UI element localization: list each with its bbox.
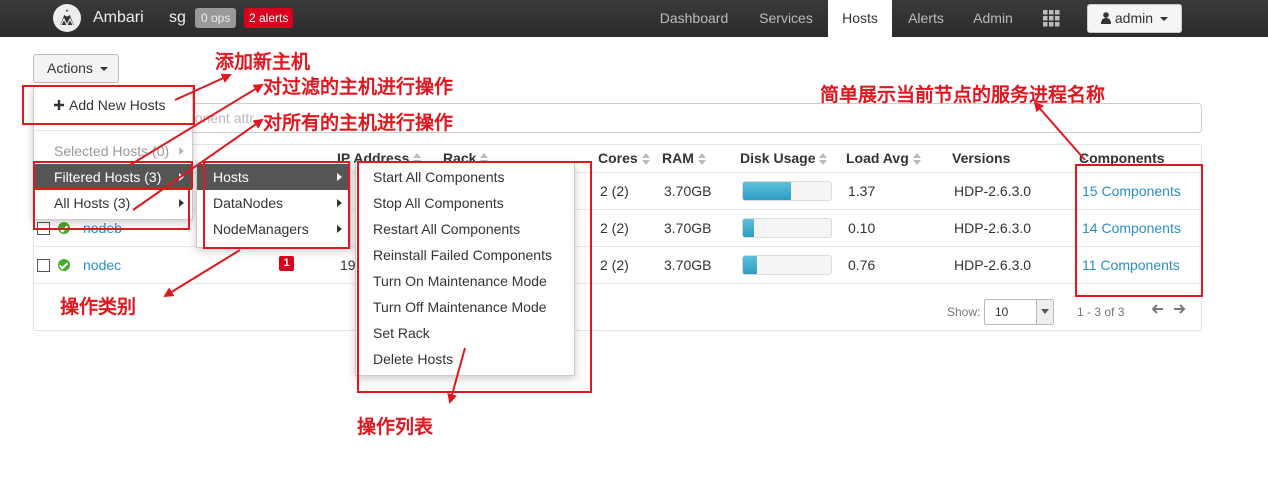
header-ram-label: RAM (662, 150, 694, 166)
row1-load: 1.37 (848, 183, 876, 199)
row1-version: HDP-2.6.3.0 (954, 183, 1032, 199)
nav-hosts[interactable]: Hosts (828, 0, 892, 37)
user-name: admin (1114, 10, 1154, 26)
page-info: 1 - 3 of 3 (1077, 305, 1125, 319)
chevron-right-icon (179, 147, 184, 155)
header-disk-usage[interactable]: Disk Usage (740, 150, 828, 166)
ambari-logo-icon[interactable] (52, 3, 82, 33)
annotation-add-new-host: 添加新主机 (215, 52, 311, 73)
row3-ip: 19 (340, 257, 356, 273)
ops-badge[interactable]: 0 ops (195, 8, 237, 28)
top-navbar: Ambari sg 0 ops 2 alerts Dashboard Servi… (0, 0, 1268, 37)
page-size-select[interactable]: 10 (984, 299, 1054, 325)
row3-disk-bar (742, 255, 832, 275)
row3-disk-fill (743, 256, 758, 274)
sort-icon (912, 153, 921, 166)
header-disk-label: Disk Usage (740, 150, 816, 166)
row3-ram: 3.70GB (664, 257, 712, 273)
row3-cores: 2 (2) (600, 257, 629, 273)
row3-alert-count[interactable]: 1 (279, 256, 294, 271)
nav-dashboard[interactable]: Dashboard (644, 0, 744, 37)
nav-admin[interactable]: Admin (960, 0, 1026, 37)
ambari-hosts-page: Ambari sg 0 ops 2 alerts Dashboard Servi… (0, 0, 1268, 492)
nav-alerts[interactable]: Alerts (892, 0, 960, 37)
menu-divider (34, 130, 192, 131)
nav-services[interactable]: Services (744, 0, 828, 37)
apps-grid-icon[interactable] (1043, 10, 1060, 27)
selected-hosts-label: Selected Hosts (0) (54, 143, 170, 159)
row-divider (34, 283, 1201, 284)
row2-ram: 3.70GB (664, 220, 712, 236)
header-cores[interactable]: Cores (598, 150, 650, 166)
chevron-down-icon (1036, 300, 1053, 324)
annotation-box-filtered (33, 161, 193, 189)
header-load-label: Load Avg (846, 150, 909, 166)
brand-name[interactable]: Ambari (93, 9, 144, 27)
actions-label: Actions (47, 60, 93, 76)
row3-load: 0.76 (848, 257, 876, 273)
row1-disk-bar (742, 181, 832, 201)
header-ram[interactable]: RAM (662, 150, 706, 166)
row2-disk-fill (743, 219, 754, 237)
row3-version: HDP-2.6.3.0 (954, 257, 1032, 273)
user-icon (1101, 12, 1111, 24)
header-versions: Versions (952, 150, 1011, 166)
annotation-box-add-host (22, 85, 195, 125)
alerts-badge[interactable]: 2 alerts (244, 8, 294, 28)
sort-icon (641, 153, 650, 166)
annotation-box-all (33, 188, 190, 230)
row1-cores: 2 (2) (600, 183, 629, 199)
header-cores-label: Cores (598, 150, 638, 166)
annotation-box-categories (203, 161, 350, 249)
filter-placeholder: ponent attr (187, 110, 254, 126)
row1-disk-fill (743, 182, 792, 200)
annotation-components-note: 简单展示当前节点的服务进程名称 (820, 85, 1106, 106)
header-load-avg[interactable]: Load Avg (846, 150, 921, 166)
row2-load: 0.10 (848, 220, 876, 236)
annotation-op-list: 操作列表 (357, 417, 434, 438)
row2-cores: 2 (2) (600, 220, 629, 236)
sort-icon (819, 153, 828, 166)
health-ok-icon (58, 259, 70, 271)
annotation-box-operations (357, 161, 592, 393)
annotation-category: 操作类别 (60, 297, 137, 318)
prev-page-icon[interactable] (1150, 302, 1164, 316)
annotation-all-ops: 对所有的主机进行操作 (263, 113, 454, 134)
row1-ram: 3.70GB (664, 183, 712, 199)
next-page-icon[interactable] (1173, 302, 1187, 316)
user-menu-button[interactable]: admin (1087, 4, 1182, 33)
annotation-box-components (1075, 164, 1203, 297)
chevron-down-icon (99, 67, 108, 72)
page-size-label: Show: (947, 305, 981, 319)
chevron-down-icon (1159, 17, 1168, 22)
row3-host-link[interactable]: nodec (83, 257, 121, 273)
annotation-filtered-ops: 对过滤的主机进行操作 (263, 77, 454, 98)
page-size-value: 10 (995, 305, 1009, 319)
row2-disk-bar (742, 218, 832, 238)
cluster-name[interactable]: sg (169, 9, 186, 27)
sort-icon (697, 153, 706, 166)
actions-button[interactable]: Actions (33, 54, 119, 83)
row2-version: HDP-2.6.3.0 (954, 220, 1032, 236)
row3-checkbox[interactable] (37, 259, 50, 272)
